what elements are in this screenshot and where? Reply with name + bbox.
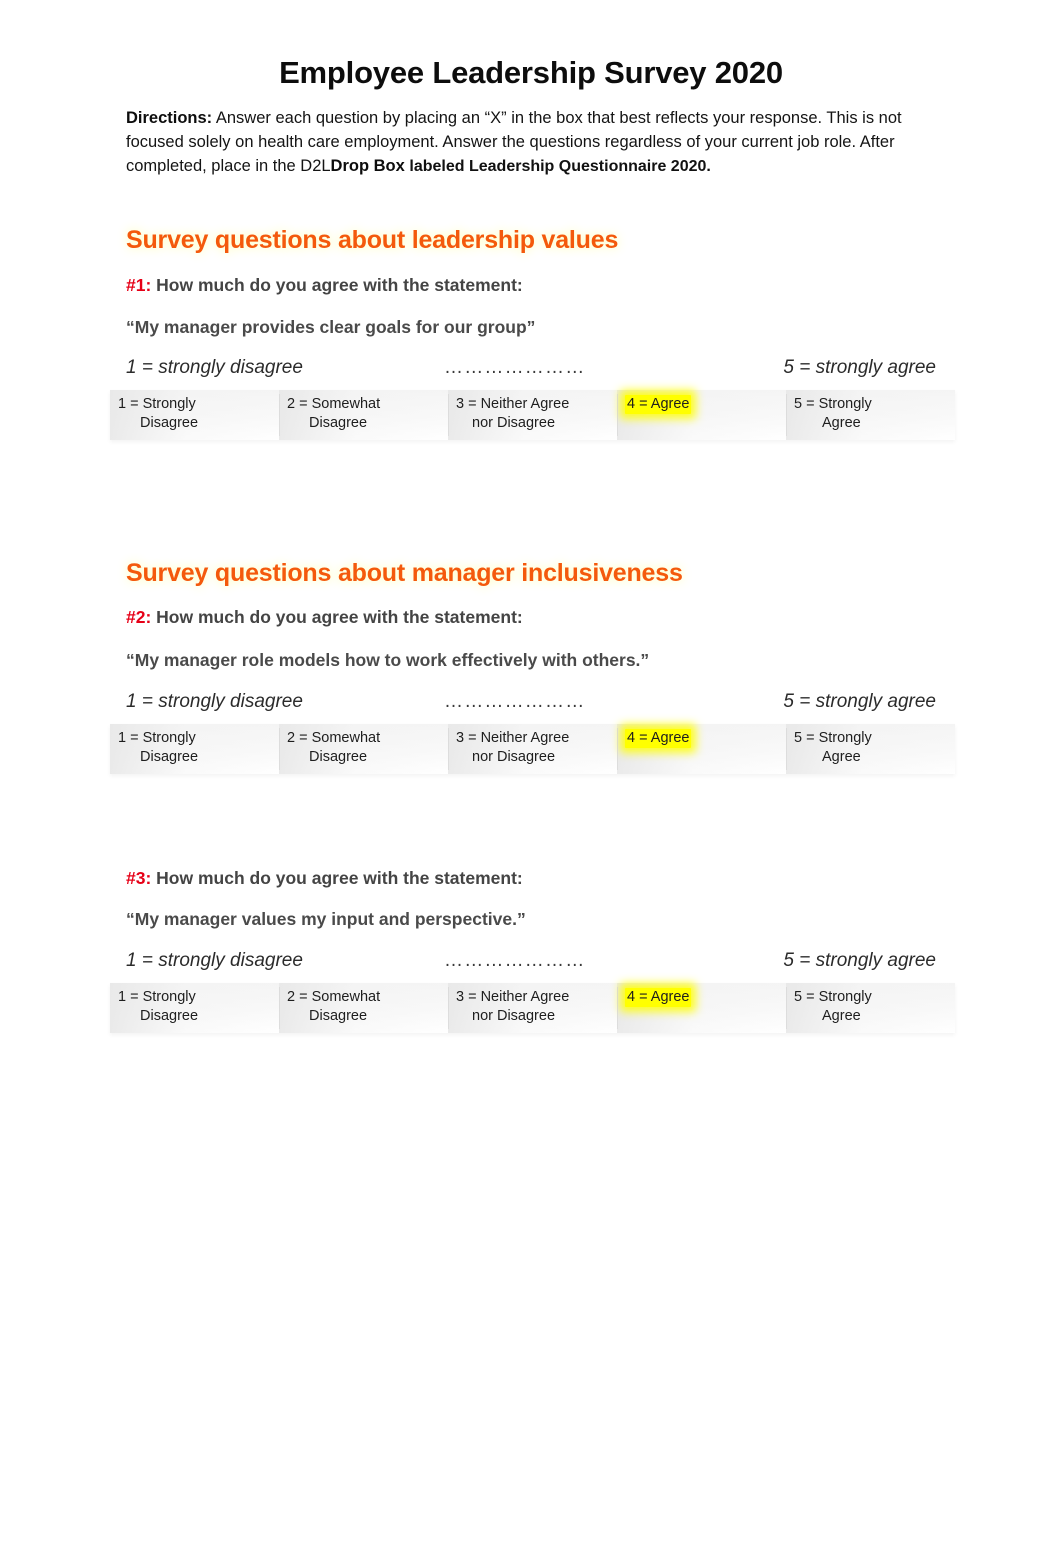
- question-3-prompt: How much do you agree with the statement…: [156, 868, 523, 888]
- rating-option-3-line2: nor Disagree: [472, 749, 556, 765]
- directions-drop-box-emphasis: Drop Box: [330, 157, 405, 175]
- question-1-statement: “My manager provides clear goals for our…: [126, 317, 536, 337]
- rating-option-1-line2: Disagree: [140, 749, 199, 765]
- question-3-number: #3:: [126, 868, 152, 888]
- rating-option-4-line1: 4 = Agree: [625, 395, 692, 414]
- rating-option-5-line1: 5 = Strongly: [794, 989, 872, 1005]
- question-2-rating-table: 1 = Strongly Disagree 2 = Somewhat Disag…: [110, 724, 955, 774]
- rating-option-4-selected[interactable]: 4 = Agree: [617, 724, 786, 774]
- directions-paragraph: Directions: Answer each question by plac…: [126, 106, 938, 179]
- question-3-prompt-line: #3: How much do you agree with the state…: [126, 868, 523, 889]
- rating-option-1[interactable]: 1 = Strongly Disagree: [110, 390, 279, 440]
- rating-option-5[interactable]: 5 = Strongly Agree: [786, 724, 955, 774]
- rating-option-5-line1: 5 = Strongly: [794, 396, 872, 412]
- question-1-prompt-line: #1: How much do you agree with the state…: [126, 275, 523, 296]
- rating-option-2-line2: Disagree: [309, 415, 368, 431]
- rating-option-1-line2: Disagree: [140, 1008, 199, 1024]
- section-heading-manager-inclusiveness: Survey questions about manager inclusive…: [126, 559, 683, 587]
- rating-option-4-selected[interactable]: 4 = Agree: [617, 390, 786, 440]
- rating-option-1[interactable]: 1 = Strongly Disagree: [110, 724, 279, 774]
- directions-text-part2: labeled Leadership Questionnaire 2020.: [409, 158, 711, 175]
- rating-option-2-line1: 2 = Somewhat: [287, 730, 381, 746]
- rating-option-2[interactable]: 2 = Somewhat Disagree: [279, 983, 448, 1033]
- scale-dots: …………………: [444, 950, 586, 971]
- scale-anchor-high: 5 = strongly agree: [783, 357, 936, 378]
- scale-anchor-high: 5 = strongly agree: [783, 691, 936, 712]
- directions-label: Directions:: [126, 109, 213, 127]
- rating-option-5-line1: 5 = Strongly: [794, 730, 872, 746]
- question-3-rating-table: 1 = Strongly Disagree 2 = Somewhat Disag…: [110, 983, 955, 1033]
- rating-option-1-line2: Disagree: [140, 415, 199, 431]
- document-page: Employee Leadership Survey 2020 Directio…: [0, 0, 1062, 1556]
- question-2-prompt-line: #2: How much do you agree with the state…: [126, 607, 523, 628]
- rating-option-2-line1: 2 = Somewhat: [287, 989, 381, 1005]
- rating-option-3-line2: nor Disagree: [472, 1008, 556, 1024]
- page-title: Employee Leadership Survey 2020: [279, 55, 783, 90]
- scale-anchor-low: 1 = strongly disagree: [126, 691, 303, 712]
- scale-dots: …………………: [444, 357, 586, 378]
- section-heading-leadership-values: Survey questions about leadership values: [126, 226, 619, 254]
- rating-option-3[interactable]: 3 = Neither Agree nor Disagree: [448, 390, 617, 440]
- question-2-prompt: How much do you agree with the statement…: [156, 607, 523, 627]
- scale-anchor-high: 5 = strongly agree: [783, 950, 936, 971]
- rating-option-2-line1: 2 = Somewhat: [287, 396, 381, 412]
- rating-option-1-line1: 1 = Strongly: [118, 989, 196, 1005]
- question-1-number: #1:: [126, 275, 152, 295]
- question-1-rating-table: 1 = Strongly Disagree 2 = Somewhat Disag…: [110, 390, 955, 440]
- rating-option-3-line1: 3 = Neither Agree: [456, 989, 570, 1005]
- scale-anchor-low: 1 = strongly disagree: [126, 357, 303, 378]
- question-1-prompt: How much do you agree with the statement…: [156, 275, 523, 295]
- rating-option-3-line1: 3 = Neither Agree: [456, 730, 570, 746]
- rating-option-5-line2: Agree: [822, 1008, 861, 1024]
- rating-option-2-line2: Disagree: [309, 1008, 368, 1024]
- question-2-number: #2:: [126, 607, 152, 627]
- scale-dots: …………………: [444, 691, 586, 712]
- rating-option-3-line2: nor Disagree: [472, 415, 556, 431]
- rating-option-4-line1: 4 = Agree: [625, 729, 692, 748]
- question-2-statement: “My manager role models how to work effe…: [126, 650, 650, 670]
- question-1-scale-legend: 1 = strongly disagree ………………… 5 = strong…: [126, 357, 936, 381]
- rating-option-5[interactable]: 5 = Strongly Agree: [786, 983, 955, 1033]
- question-3-scale-legend: 1 = strongly disagree ………………… 5 = strong…: [126, 950, 936, 974]
- rating-option-5[interactable]: 5 = Strongly Agree: [786, 390, 955, 440]
- scale-anchor-low: 1 = strongly disagree: [126, 950, 303, 971]
- question-2-scale-legend: 1 = strongly disagree ………………… 5 = strong…: [126, 691, 936, 715]
- rating-option-4-selected[interactable]: 4 = Agree: [617, 983, 786, 1033]
- rating-option-5-line2: Agree: [822, 415, 861, 431]
- rating-option-2-line2: Disagree: [309, 749, 368, 765]
- rating-option-3[interactable]: 3 = Neither Agree nor Disagree: [448, 724, 617, 774]
- rating-option-3[interactable]: 3 = Neither Agree nor Disagree: [448, 983, 617, 1033]
- rating-option-2[interactable]: 2 = Somewhat Disagree: [279, 724, 448, 774]
- rating-option-3-line1: 3 = Neither Agree: [456, 396, 570, 412]
- rating-option-2[interactable]: 2 = Somewhat Disagree: [279, 390, 448, 440]
- rating-option-4-line1: 4 = Agree: [625, 988, 692, 1007]
- rating-option-1[interactable]: 1 = Strongly Disagree: [110, 983, 279, 1033]
- rating-option-5-line2: Agree: [822, 749, 861, 765]
- rating-option-1-line1: 1 = Strongly: [118, 396, 196, 412]
- rating-option-1-line1: 1 = Strongly: [118, 730, 196, 746]
- question-3-statement: “My manager values my input and perspect…: [126, 909, 526, 929]
